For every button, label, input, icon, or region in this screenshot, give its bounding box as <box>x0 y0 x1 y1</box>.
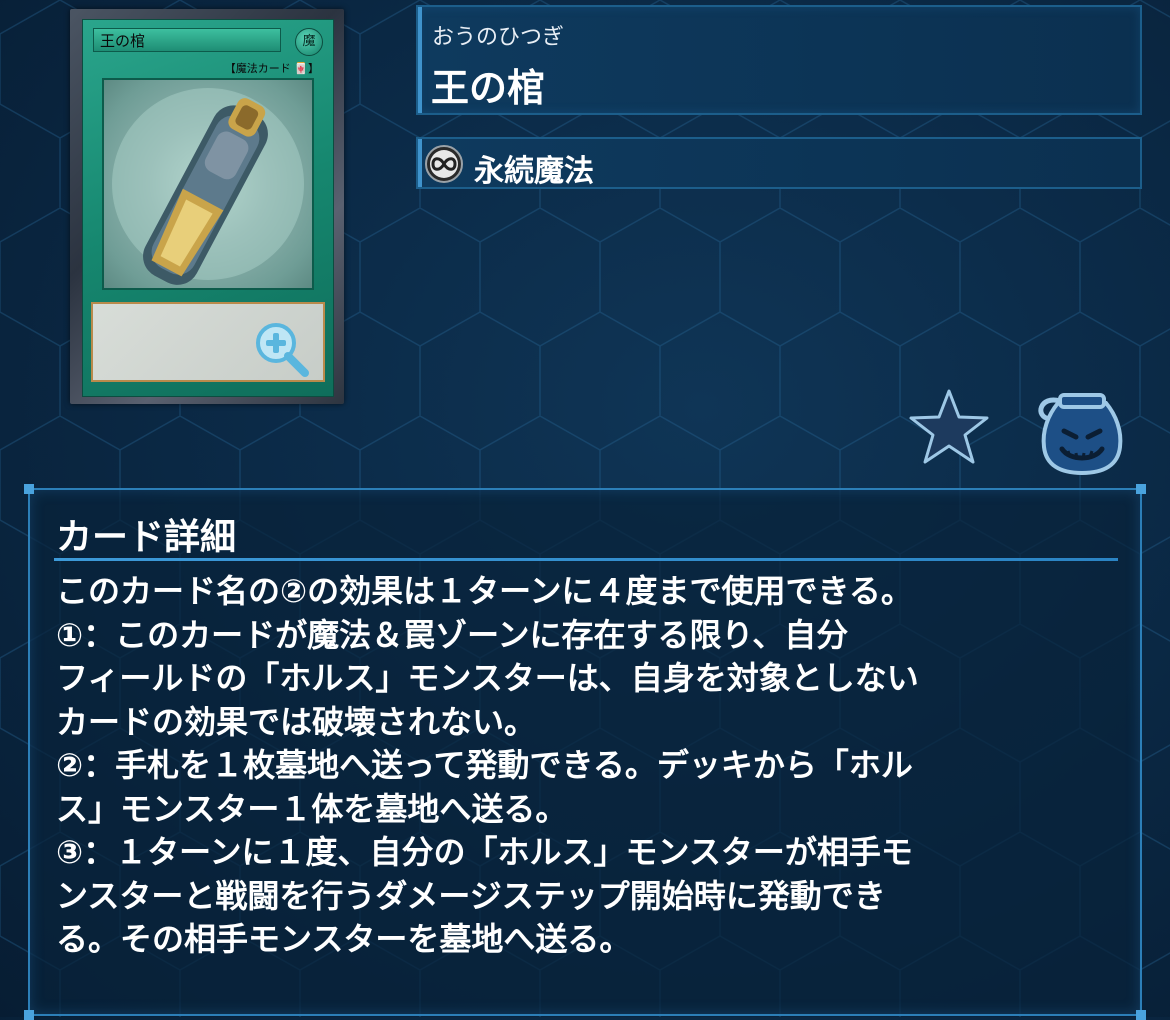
effect-line: ①：このカードが魔法＆罠ゾーンに存在する限り、自分 <box>56 615 849 654</box>
card-footer <box>91 385 325 393</box>
card-type-panel: 永続魔法 <box>416 137 1142 189</box>
infinity-icon <box>425 145 463 183</box>
pot-of-greed-icon[interactable] <box>1030 387 1128 475</box>
star-icon[interactable] <box>906 387 992 467</box>
detail-divider <box>54 558 1118 561</box>
effect-line: ③：１ターンに１度、自分の「ホルス」モンスターが相手モ <box>56 833 913 871</box>
coffin-artwork-icon <box>112 88 304 285</box>
panel-corner <box>24 484 34 494</box>
card-type-label: 永続魔法 <box>474 154 594 189</box>
panel-corner <box>24 1010 34 1020</box>
effect-line: ②：手札を１枚墓地へ送って発動できる。デッキから「ホル <box>56 746 913 784</box>
card-effect-text: このカード名の②の効果は１ターンに４度まで使用できる。 ①：このカードが魔法＆罠… <box>56 570 1126 962</box>
card-artwork <box>102 78 314 290</box>
effect-line: カードの効果では破壊されない。 <box>56 702 537 741</box>
effect-line: ス」モンスター１体を墓地へ送る。 <box>56 789 568 828</box>
card-image-type-line: 【魔法カード 🀄】 <box>224 62 319 75</box>
card-title: 王の棺 <box>431 66 546 110</box>
card-name-panel: おうのひつぎ 王の棺 <box>416 5 1142 115</box>
effect-line: る。その相手モンスターを墓地へ送る。 <box>56 920 632 958</box>
panel-corner <box>1136 484 1146 494</box>
effect-line: このカード名の②の効果は１ターンに４度まで使用できる。 <box>56 572 913 610</box>
card-furigana: おうのひつぎ <box>432 25 565 50</box>
panel-corner <box>1136 1010 1146 1020</box>
card-detail-panel: カード詳細 このカード名の②の効果は１ターンに４度まで使用できる。 ①：このカー… <box>24 484 1146 1020</box>
zoom-in-icon[interactable] <box>253 320 311 378</box>
effect-line: フィールドの「ホルス」モンスターは、自身を対象としない <box>56 659 919 697</box>
detail-heading: カード詳細 <box>56 517 237 558</box>
effect-line: ンスターと戦闘を行うダメージステップ開始時に発動でき <box>56 876 886 915</box>
card-attribute-icon: 魔 <box>295 28 323 56</box>
card-image-name: 王の棺 <box>93 28 281 52</box>
